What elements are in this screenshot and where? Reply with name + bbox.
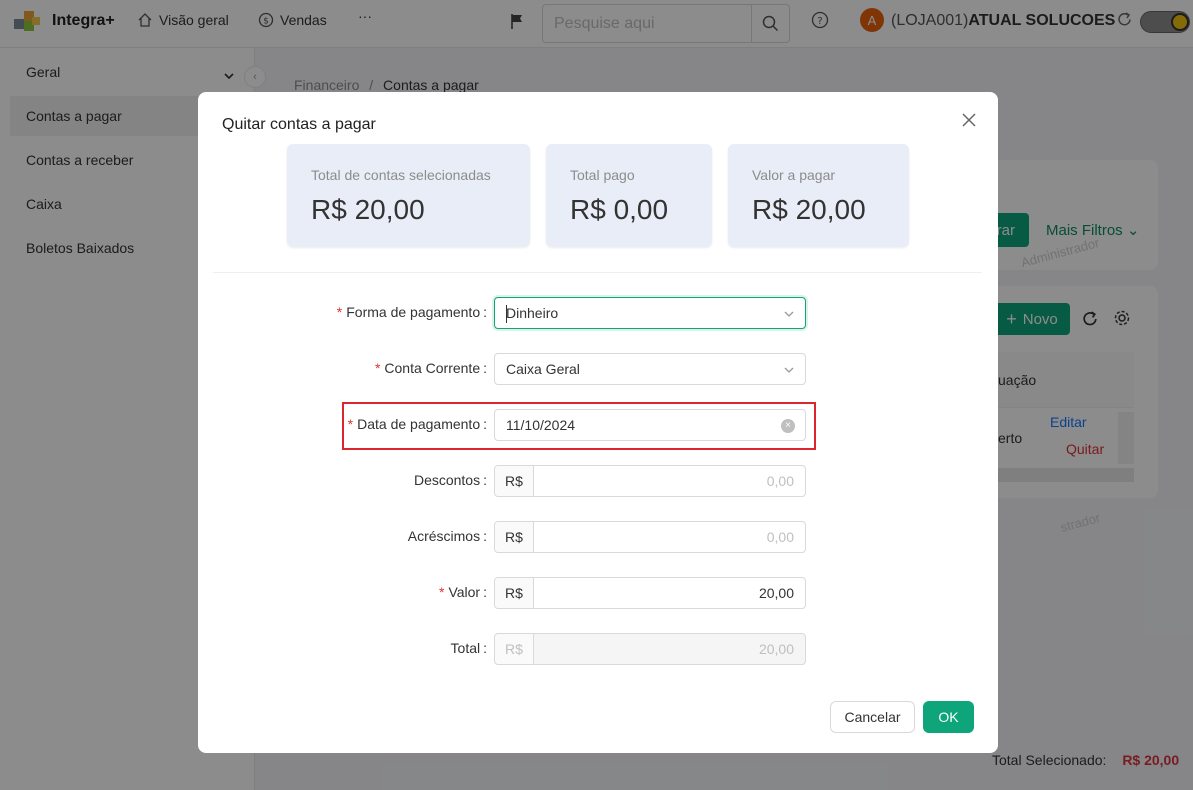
label-text: Acréscimos [407,528,481,544]
required-mark: * [439,584,445,600]
row-descontos: Descontos: R$ 0,00 [198,465,998,497]
label-text: Valor [448,584,481,600]
cancel-button[interactable]: Cancelar [830,701,915,733]
row-conta-corrente: * Conta Corrente: Caixa Geral [198,353,998,385]
label-text: Forma de pagamento [346,304,481,320]
stat-value: R$ 0,00 [570,194,669,225]
descontos-input[interactable]: R$ 0,00 [494,465,806,497]
stat-value: R$ 20,00 [752,194,866,225]
select-value: Dinheiro [506,305,559,321]
stat-valor-a-pagar: Valor a pagar R$ 20,00 [728,144,909,247]
input-value: 20,00 [758,641,794,657]
label-conta-corrente: * Conta Corrente: [375,360,487,376]
label-colon: : [483,304,487,320]
select-value: Caixa Geral [506,361,580,377]
label-acrescimos: Acréscimos: [408,528,487,544]
label-text: Conta Corrente [384,360,481,376]
valor-input[interactable]: R$ 20,00 [494,577,806,609]
required-mark: * [336,304,343,320]
label-colon: : [483,528,487,544]
label-total: Total: [451,640,487,656]
stat-label: Total pago [570,167,635,183]
conta-corrente-select[interactable]: Caixa Geral [494,353,806,385]
label-colon: : [483,640,487,656]
label-colon: : [483,360,487,376]
row-valor: * Valor: R$ 20,00 [198,577,998,609]
highlight-box [342,402,816,450]
row-forma-pagamento: * Forma de pagamento: Dinheiro [198,297,998,329]
quitar-contas-modal: Quitar contas a pagar Total de contas se… [198,92,998,753]
label-colon: : [483,472,487,488]
close-icon[interactable] [960,111,978,129]
total-input: R$ 20,00 [494,633,806,665]
input-placeholder: 0,00 [766,529,794,545]
label-valor: * Valor: [439,584,487,600]
label-descontos: Descontos: [414,472,487,488]
chevron-down-icon [784,367,794,373]
row-total: Total: R$ 20,00 [198,633,998,665]
required-mark: * [374,360,381,376]
ok-button[interactable]: OK [923,701,974,733]
label-colon: : [483,584,487,600]
currency-prefix: R$ [495,466,534,496]
currency-prefix: R$ [495,634,534,664]
stat-total-pago: Total pago R$ 0,00 [546,144,712,247]
acrescimos-input[interactable]: R$ 0,00 [494,521,806,553]
chevron-down-icon [784,311,794,317]
label-text: Total [450,640,481,656]
modal-title: Quitar contas a pagar [222,116,376,133]
row-acrescimos: Acréscimos: R$ 0,00 [198,521,998,553]
divider [213,272,982,273]
stat-value: R$ 20,00 [311,194,425,225]
stat-label: Valor a pagar [752,167,836,183]
currency-prefix: R$ [495,578,534,608]
input-value: 20,00 [758,585,794,601]
input-placeholder: 0,00 [766,473,794,489]
forma-pagamento-select[interactable]: Dinheiro [494,297,806,329]
label-forma-pagamento: * Forma de pagamento: [337,304,487,320]
currency-prefix: R$ [495,522,534,552]
label-text: Descontos [413,472,481,488]
stat-label: Total de contas selecionadas [311,167,491,183]
stat-total-selecionadas: Total de contas selecionadas R$ 20,00 [287,144,530,247]
